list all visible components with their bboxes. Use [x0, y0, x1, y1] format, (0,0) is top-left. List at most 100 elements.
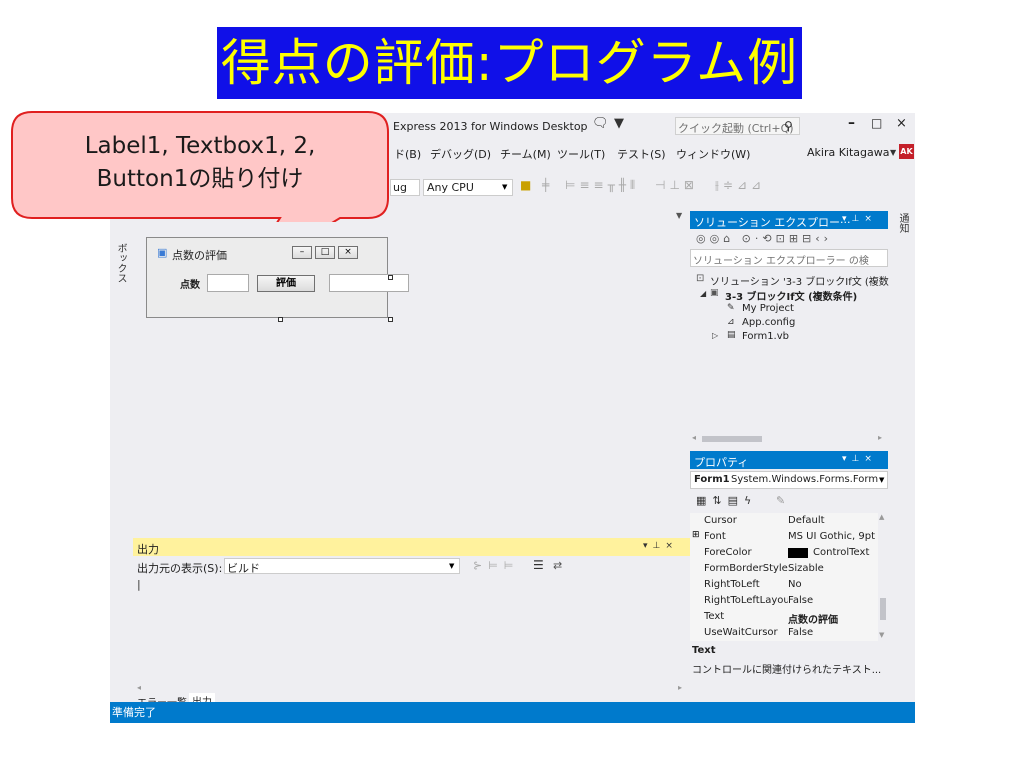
- panel-controls-icons[interactable]: ▾⊥×: [643, 541, 678, 551]
- prop-value[interactable]: False: [788, 627, 813, 638]
- tree-form1[interactable]: Form1.vb: [742, 331, 789, 342]
- property-pages-icon[interactable]: ✎: [776, 494, 785, 507]
- scroll-left-icon[interactable]: ◂: [692, 433, 696, 442]
- config-file-icon: ⊿: [727, 317, 735, 327]
- scroll-up-icon[interactable]: ▲: [879, 513, 884, 521]
- filter-icon[interactable]: ▼: [614, 116, 624, 131]
- spacing-icons[interactable]: ⊣⊥⊠: [655, 178, 698, 192]
- prop-name[interactable]: Cursor: [704, 515, 737, 526]
- tree-my-project[interactable]: My Project: [742, 303, 794, 314]
- form-icon: ▣: [157, 246, 168, 259]
- scrollbar-thumb[interactable]: [702, 436, 762, 442]
- prop-value[interactable]: False: [788, 595, 813, 606]
- textbox2[interactable]: [329, 274, 409, 292]
- notifications-tab[interactable]: 通知: [895, 213, 910, 233]
- prop-name[interactable]: UseWaitCursor: [704, 627, 778, 638]
- prop-value[interactable]: ControlText: [813, 547, 869, 558]
- wrench-icon: ✎: [727, 303, 735, 313]
- slide-title: 得点の評価:プログラム例: [217, 27, 802, 99]
- menu-test[interactable]: テスト(S): [617, 146, 666, 162]
- minimize-button[interactable]: –: [848, 115, 855, 131]
- expand-plus-icon[interactable]: ⊞: [692, 530, 700, 540]
- user-name[interactable]: Akira Kitagawa: [807, 146, 890, 159]
- properties-toolbar-icons[interactable]: ▦⇅▤ϟ: [696, 494, 757, 507]
- callout-line2: Button1の貼り付け: [96, 166, 304, 192]
- chevron-down-icon[interactable]: ▼: [676, 211, 682, 220]
- status-text: 準備完了: [112, 706, 156, 719]
- output-source-label: 出力元の表示(S):: [137, 562, 223, 575]
- tree-solution[interactable]: ソリューション '3-3 ブロックIf文 (複数: [710, 273, 889, 288]
- chevron-down-icon[interactable]: ▼: [449, 562, 454, 570]
- menu-tools[interactable]: ツール(T): [557, 146, 605, 162]
- solution-search-input[interactable]: ソリューション エクスプローラー の検: [693, 252, 869, 267]
- properties-scrollbar[interactable]: ▲ ▼: [878, 513, 888, 641]
- designer-form[interactable]: ▣ 点数の評価 – □ × 点数 評価: [146, 237, 409, 318]
- status-bar: 準備完了: [110, 702, 915, 723]
- scroll-right-icon[interactable]: ▸: [878, 433, 882, 442]
- prop-value[interactable]: MS UI Gothic, 9pt: [788, 531, 875, 542]
- scrollbar-thumb[interactable]: [880, 598, 886, 620]
- prop-name[interactable]: Font: [704, 531, 726, 542]
- align-icon[interactable]: ╪: [542, 178, 549, 192]
- window-title: Express 2013 for Windows Desktop: [393, 120, 588, 133]
- callout-line1: Label1, Textbox1, 2,: [84, 133, 316, 159]
- prop-name[interactable]: FormBorderStyle: [704, 563, 788, 574]
- prop-value[interactable]: Sizable: [788, 563, 824, 574]
- vb-project-icon: ▣: [710, 288, 719, 298]
- prop-name[interactable]: RightToLeft: [704, 579, 760, 590]
- properties-panel: プロパティ ▾⊥× Form1 System.Windows.Forms.For…: [690, 451, 888, 701]
- resize-handle[interactable]: [388, 317, 393, 322]
- resize-handle[interactable]: [278, 317, 283, 322]
- prop-name[interactable]: RightToLeftLayou: [704, 595, 788, 606]
- solution-toolbar-icons[interactable]: ◎◎⌂ ⊙·⟲⊡⊞⊟‹›: [696, 232, 832, 245]
- scroll-down-icon[interactable]: ▼: [879, 631, 884, 639]
- close-button[interactable]: ×: [896, 116, 907, 131]
- scroll-right-icon[interactable]: ▸: [678, 683, 682, 692]
- tree-app-config[interactable]: App.config: [742, 317, 795, 328]
- properties-title: プロパティ: [694, 456, 749, 469]
- prop-name[interactable]: Text: [704, 611, 724, 622]
- chevron-down-icon[interactable]: ▼: [879, 476, 884, 484]
- properties-object[interactable]: Form1: [694, 474, 730, 485]
- resize-handle[interactable]: [388, 275, 393, 280]
- form-title: 点数の評価: [172, 249, 227, 262]
- avatar[interactable]: AK: [899, 144, 914, 159]
- scroll-left-icon[interactable]: ◂: [137, 683, 141, 692]
- button1[interactable]: 評価: [257, 275, 315, 292]
- toolbar-icon-1[interactable]: ■: [520, 178, 531, 192]
- expand-icon[interactable]: ◢: [700, 289, 706, 298]
- menu-debug[interactable]: デバッグ(D): [430, 146, 491, 162]
- output-source-select[interactable]: ビルド: [227, 560, 260, 576]
- chevron-down-icon[interactable]: ▼: [890, 148, 896, 157]
- label1[interactable]: 点数: [180, 276, 200, 291]
- word-wrap-icon[interactable]: ⇄: [553, 559, 562, 572]
- output-title: 出力: [137, 543, 159, 556]
- prop-value[interactable]: Default: [788, 515, 825, 526]
- maximize-button[interactable]: □: [871, 116, 882, 130]
- solution-icon: ⊡: [696, 273, 705, 284]
- chevron-down-icon[interactable]: ▼: [502, 183, 507, 191]
- prop-value[interactable]: No: [788, 579, 802, 590]
- prop-value[interactable]: 点数の評価: [788, 611, 838, 626]
- toolbox-strip: ボックス: [110, 213, 132, 698]
- feedback-icon[interactable]: 🗨: [592, 116, 609, 131]
- clear-all-icon[interactable]: ☰: [533, 558, 544, 572]
- tree-project[interactable]: 3-3 ブロックIf文 (複数条件): [725, 288, 857, 303]
- panel-controls-icons[interactable]: ▾⊥×: [842, 454, 877, 464]
- menu-build[interactable]: ド(B): [394, 146, 421, 162]
- menu-window[interactable]: ウィンドウ(W): [676, 146, 750, 162]
- toolbox-tab[interactable]: ボックス: [113, 243, 128, 283]
- prop-name[interactable]: ForeColor: [704, 547, 752, 558]
- collapse-icon[interactable]: ▷: [712, 331, 718, 340]
- prop-desc-text: コントロールに関連付けられたテキスト...: [692, 665, 882, 676]
- config-select[interactable]: ug: [393, 181, 407, 194]
- align-icons[interactable]: ⊨≡≡╥╫⫴: [565, 178, 639, 193]
- panel-controls-icons[interactable]: ▾⊥×: [842, 214, 877, 224]
- textbox1[interactable]: [207, 274, 249, 292]
- quick-launch-input[interactable]: クイック起動 (Ctrl+Q): [678, 120, 794, 136]
- output-panel: 出力 ▾⊥× 出力元の表示(S): ビルド ▼ ⊱⊨⊨ ☰ ⇄ | ◂ ▸ エラ…: [133, 538, 690, 709]
- platform-select[interactable]: Any CPU: [427, 181, 474, 194]
- output-toolbar-icons[interactable]: ⊱⊨⊨: [473, 559, 519, 572]
- menu-team[interactable]: チーム(M): [500, 146, 551, 162]
- order-icons[interactable]: ⫲≑⊿⊿: [715, 178, 765, 193]
